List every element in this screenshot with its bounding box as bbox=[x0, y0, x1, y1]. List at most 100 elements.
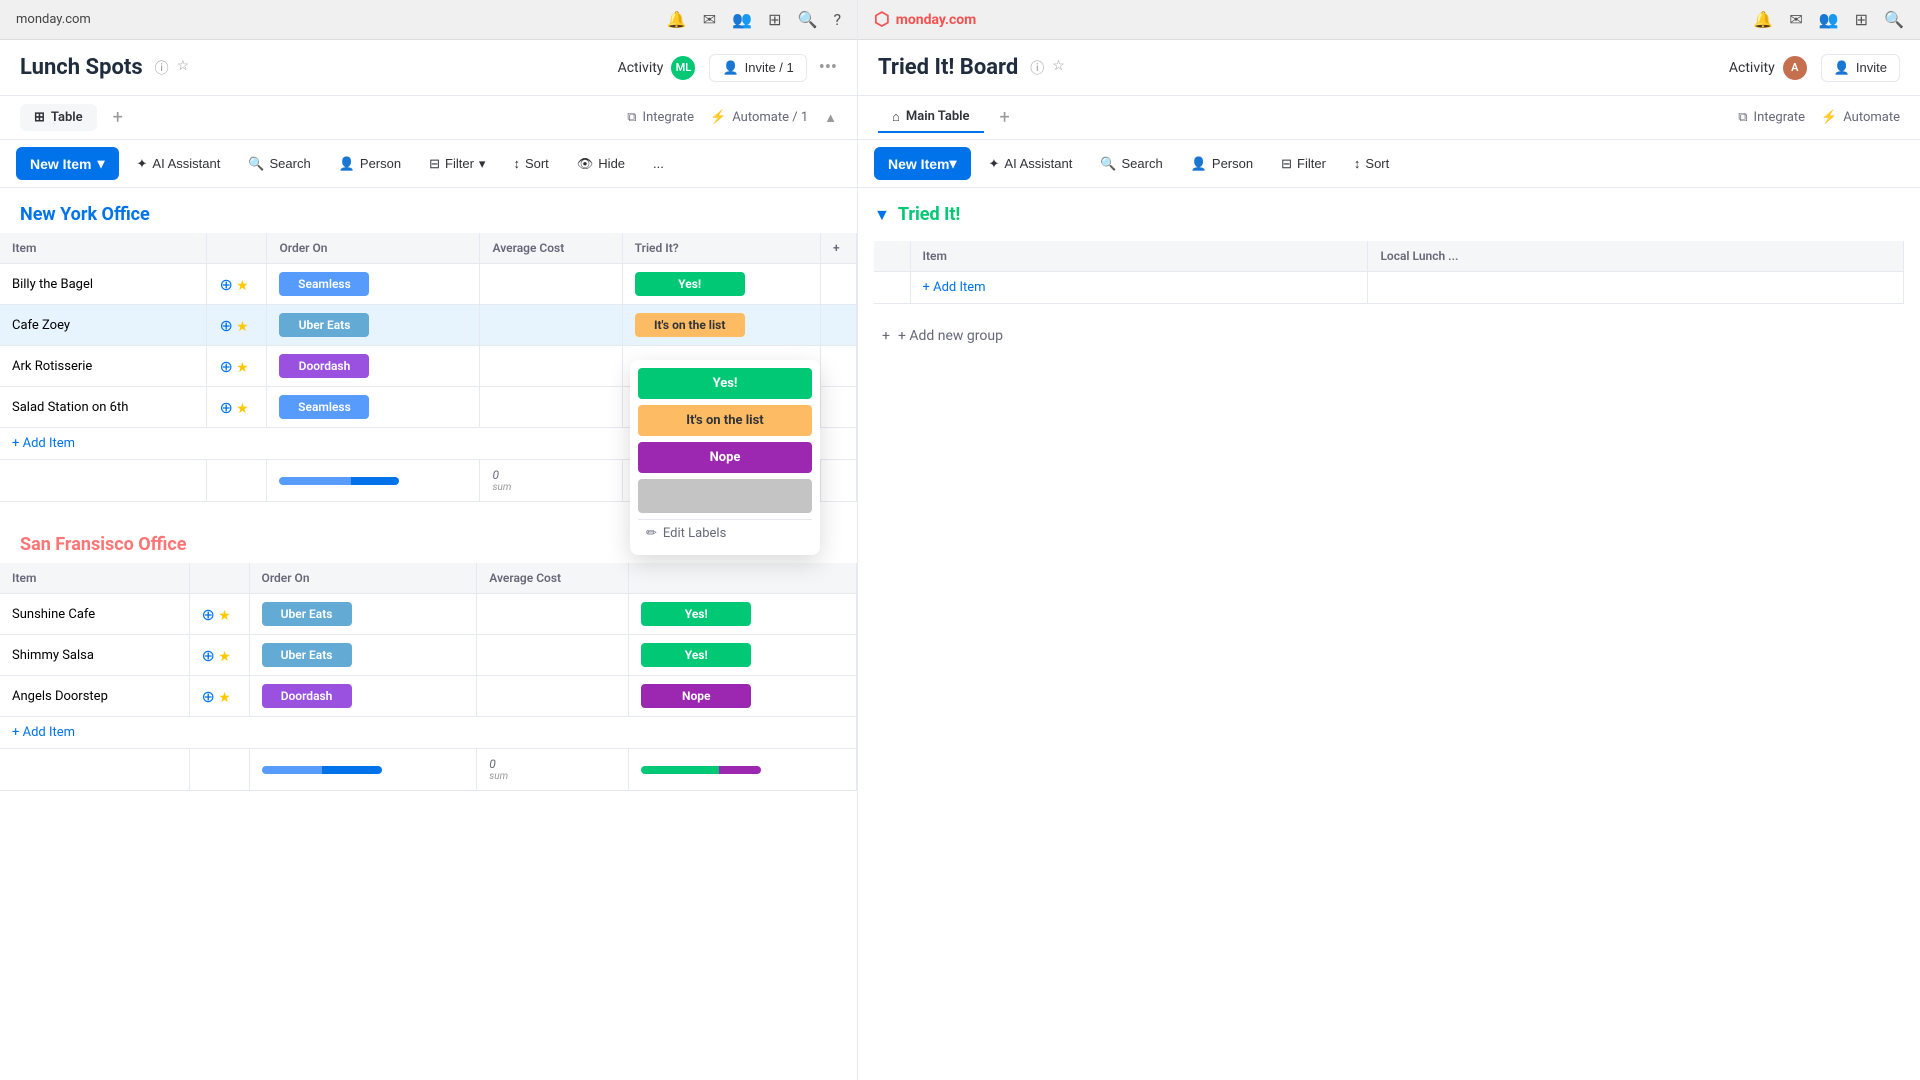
tried-it-cell[interactable]: Yes! bbox=[622, 264, 820, 305]
activity-button[interactable]: Activity ML bbox=[618, 54, 698, 82]
dropdown-its-option[interactable]: It's on the list bbox=[638, 405, 812, 436]
automate-button[interactable]: ⚡ Automate / 1 bbox=[710, 110, 808, 125]
order-on-cell[interactable]: Doordash bbox=[249, 676, 477, 717]
help-icon[interactable]: ? bbox=[833, 10, 841, 29]
add-row-icon[interactable]: ⊕ bbox=[219, 316, 232, 335]
add-new-group-button[interactable]: + + Add new group bbox=[874, 320, 1904, 352]
right-add-item-row[interactable]: + Add Item bbox=[874, 272, 1904, 304]
tab-add-button[interactable]: + bbox=[105, 107, 131, 128]
add-row-icon[interactable]: ⊕ bbox=[219, 357, 232, 376]
star-icon-right[interactable]: ☆ bbox=[1052, 58, 1065, 78]
dropdown-nope-option[interactable]: Nope bbox=[638, 442, 812, 473]
new-item-button[interactable]: New Item ▾ bbox=[16, 147, 119, 180]
bell-icon-right[interactable]: 🔔 bbox=[1753, 10, 1773, 29]
right-integrate-button[interactable]: ⧉ Integrate bbox=[1738, 110, 1805, 125]
add-item-label[interactable]: + Add Item bbox=[0, 717, 857, 749]
mail-icon[interactable]: ✉ bbox=[703, 10, 716, 29]
item-name: Ark Rotisserie bbox=[0, 346, 207, 387]
search-icon[interactable]: 🔍 bbox=[798, 10, 818, 29]
right-automate-button[interactable]: ⚡ Automate bbox=[1821, 110, 1900, 125]
tried-it-cell[interactable]: It's on the list bbox=[622, 305, 820, 346]
dropdown-yes-option[interactable]: Yes! bbox=[638, 368, 812, 399]
right-sort-button[interactable]: ↕ Sort bbox=[1344, 150, 1399, 177]
yes-pill[interactable]: Yes! bbox=[641, 602, 751, 626]
star-row-icon[interactable]: ★ bbox=[236, 278, 249, 294]
search-icon-right[interactable]: 🔍 bbox=[1884, 10, 1904, 29]
right-tab-add-button[interactable]: + bbox=[992, 107, 1018, 128]
bell-icon[interactable]: 🔔 bbox=[667, 10, 687, 29]
table-icon: ⊞ bbox=[34, 110, 45, 125]
invite-button[interactable]: 👤 Invite / 1 bbox=[709, 54, 806, 82]
col-add-button[interactable]: + bbox=[821, 233, 857, 264]
add-row-icon[interactable]: ⊕ bbox=[219, 275, 232, 294]
search-button[interactable]: 🔍 Search bbox=[238, 150, 320, 178]
right-activity-button[interactable]: Activity A bbox=[1729, 54, 1809, 82]
order-on-cell[interactable]: Seamless bbox=[267, 387, 480, 428]
doordash-pill[interactable]: Doordash bbox=[279, 354, 369, 378]
uber-pill[interactable]: Uber Eats bbox=[262, 643, 352, 667]
uber-pill[interactable]: Uber Eats bbox=[279, 313, 369, 337]
tried-it-collapse-icon[interactable]: ▼ bbox=[874, 205, 890, 225]
dropdown-empty-option[interactable] bbox=[638, 479, 812, 513]
nope-pill[interactable]: Nope bbox=[641, 684, 751, 708]
uber-pill[interactable]: Uber Eats bbox=[262, 602, 352, 626]
star-row-icon[interactable]: ★ bbox=[218, 608, 231, 624]
mail-icon-right[interactable]: ✉ bbox=[1789, 10, 1802, 29]
star-icon[interactable]: ☆ bbox=[177, 58, 190, 78]
hide-button[interactable]: 👁 Hide bbox=[567, 150, 635, 178]
table-row: Angels Doorstep ⊕ ★ Doordash Nope bbox=[0, 676, 857, 717]
its-on-list-pill[interactable]: It's on the list bbox=[635, 313, 745, 337]
seamless-pill[interactable]: Seamless bbox=[279, 272, 369, 296]
collapse-button[interactable]: ▲ bbox=[824, 110, 837, 126]
order-on-cell[interactable]: Uber Eats bbox=[267, 305, 480, 346]
info-icon[interactable]: ⓘ bbox=[155, 58, 169, 78]
grid-icon-right[interactable]: ⊞ bbox=[1855, 10, 1868, 29]
sort-button[interactable]: ↕ Sort bbox=[503, 150, 558, 177]
dropdown-edit-labels[interactable]: ✏ Edit Labels bbox=[638, 519, 812, 547]
doordash-pill[interactable]: Doordash bbox=[262, 684, 352, 708]
table-row: Billy the Bagel ⊕ ★ Seamless Yes! bbox=[0, 264, 857, 305]
right-filter-button[interactable]: ⊟ Filter bbox=[1271, 150, 1336, 178]
order-on-cell[interactable]: Uber Eats bbox=[249, 635, 477, 676]
person-button[interactable]: 👤 Person bbox=[329, 150, 411, 178]
seamless-pill[interactable]: Seamless bbox=[279, 395, 369, 419]
right-add-item-label[interactable]: + Add Item bbox=[910, 272, 1368, 304]
more-toolbar-button[interactable]: ... bbox=[643, 150, 674, 177]
tried-it-cell[interactable]: Nope bbox=[629, 676, 857, 717]
star-row-icon[interactable]: ★ bbox=[218, 690, 231, 706]
tab-table[interactable]: ⊞ Table bbox=[20, 104, 97, 131]
people-icon[interactable]: 👥 bbox=[732, 10, 752, 29]
order-on-cell[interactable]: Doordash bbox=[267, 346, 480, 387]
tried-it-cell[interactable]: Yes! bbox=[629, 635, 857, 676]
star-row-icon[interactable]: ★ bbox=[236, 360, 249, 376]
order-on-cell[interactable]: Seamless bbox=[267, 264, 480, 305]
add-row-icon[interactable]: ⊕ bbox=[202, 646, 215, 665]
add-row-icon[interactable]: ⊕ bbox=[219, 398, 232, 417]
right-tab-actions: ⧉ Integrate ⚡ Automate bbox=[1738, 110, 1900, 125]
star-row-icon[interactable]: ★ bbox=[236, 319, 249, 335]
yes-pill[interactable]: Yes! bbox=[641, 643, 751, 667]
right-tab-main-table[interactable]: ⌂ Main Table bbox=[878, 103, 984, 133]
ai-assistant-button[interactable]: ✦ AI Assistant bbox=[127, 150, 231, 178]
right-ai-assistant-button[interactable]: ✦ AI Assistant bbox=[979, 150, 1083, 178]
right-col-local-lunch: Local Lunch ... bbox=[1368, 241, 1904, 272]
grid-icon[interactable]: ⊞ bbox=[768, 10, 781, 29]
right-invite-button[interactable]: 👤 Invite bbox=[1821, 54, 1900, 82]
people-icon-right[interactable]: 👥 bbox=[1819, 10, 1839, 29]
right-person-button[interactable]: 👤 Person bbox=[1181, 150, 1263, 178]
star-row-icon[interactable]: ★ bbox=[218, 649, 231, 665]
add-item-row[interactable]: + Add Item bbox=[0, 717, 857, 749]
tried-it-cell[interactable]: Yes! bbox=[629, 594, 857, 635]
col-item: Item bbox=[0, 563, 189, 594]
add-row-icon[interactable]: ⊕ bbox=[202, 687, 215, 706]
info-icon-right[interactable]: ⓘ bbox=[1030, 58, 1044, 78]
right-new-item-button[interactable]: New Item ▾ bbox=[874, 147, 971, 180]
more-button[interactable]: ••• bbox=[819, 57, 837, 78]
order-on-cell[interactable]: Uber Eats bbox=[249, 594, 477, 635]
star-row-icon[interactable]: ★ bbox=[236, 401, 249, 417]
add-row-icon[interactable]: ⊕ bbox=[202, 605, 215, 624]
yes-pill[interactable]: Yes! bbox=[635, 272, 745, 296]
integrate-button[interactable]: ⧉ Integrate bbox=[627, 110, 694, 125]
filter-button[interactable]: ⊟ Filter ▾ bbox=[419, 150, 495, 178]
right-search-button[interactable]: 🔍 Search bbox=[1090, 150, 1172, 178]
